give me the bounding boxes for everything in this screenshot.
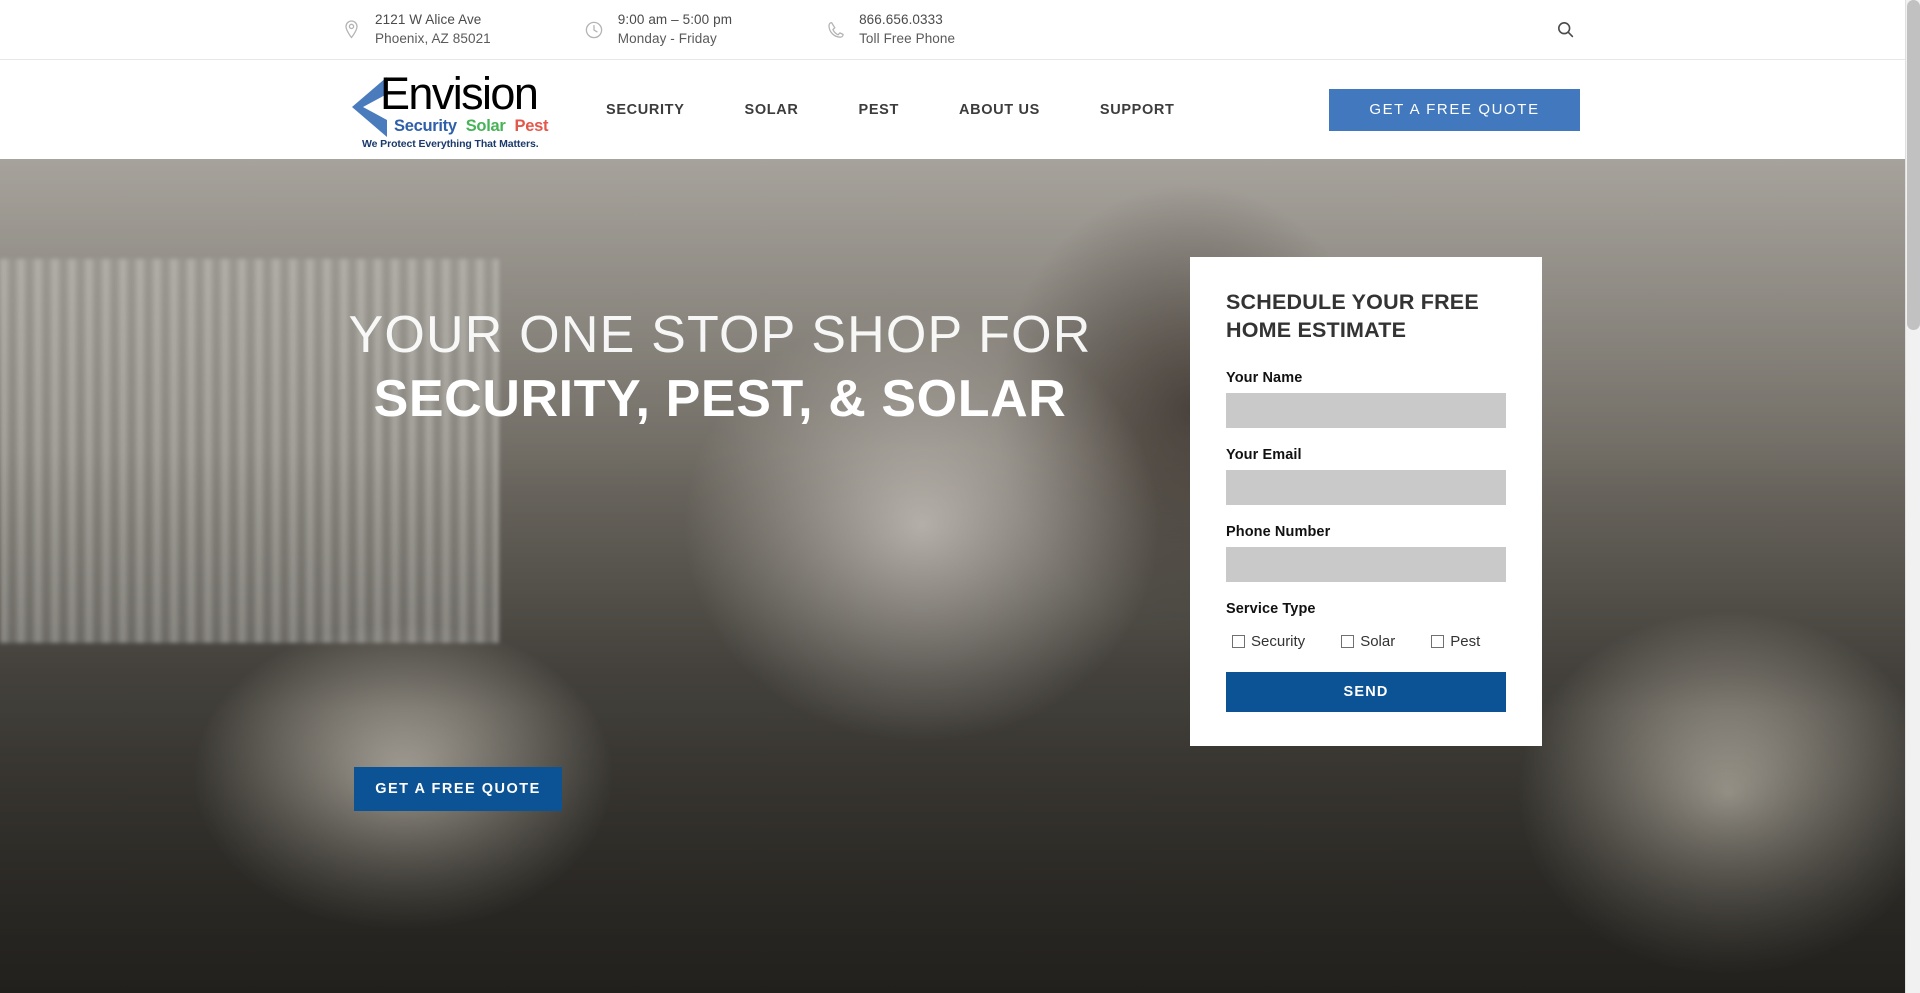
- nav-item-support[interactable]: SUPPORT: [1100, 102, 1175, 118]
- top-utility-bar: 2121 W Alice Ave Phoenix, AZ 85021 9:00 …: [0, 0, 1920, 60]
- security-checkbox-label: Security: [1251, 633, 1306, 651]
- search-icon[interactable]: [1550, 15, 1580, 45]
- address-info: 2121 W Alice Ave Phoenix, AZ 85021: [340, 11, 491, 48]
- phone-info: 866.656.0333 Toll Free Phone: [824, 11, 955, 48]
- logo-solar-word: Solar: [465, 116, 506, 135]
- hours-line2: Monday - Friday: [617, 30, 717, 46]
- scrollbar-thumb[interactable]: [1907, 0, 1920, 330]
- logo-pest-word: Pest: [514, 116, 549, 135]
- hours-info: 9:00 am – 5:00 pm Monday - Friday: [583, 11, 732, 48]
- site-header-inner: Envision Security Solar Pest We Protect Ev…: [340, 60, 1580, 159]
- hero-copy: YOUR ONE STOP SHOP FOR SECURITY, PEST, &…: [340, 307, 1100, 431]
- site-header: Envision Security Solar Pest We Protect Ev…: [0, 60, 1920, 159]
- solar-checkbox[interactable]: [1341, 635, 1355, 649]
- hours-info-text: 9:00 am – 5:00 pm Monday - Friday: [618, 11, 732, 48]
- phone-number-input[interactable]: [1226, 547, 1506, 583]
- send-button[interactable]: SEND: [1226, 672, 1506, 713]
- nav-item-security[interactable]: SECURITY: [606, 102, 685, 118]
- phone-line1: 866.656.0333: [859, 11, 943, 27]
- logo-tagline: We Protect Everything That Matters.: [362, 137, 539, 150]
- pest-checkbox[interactable]: [1431, 635, 1445, 649]
- your-email-label: Your Email: [1226, 447, 1302, 464]
- hero-section: YOUR ONE STOP SHOP FOR SECURITY, PEST, &…: [0, 159, 1920, 993]
- logo-security-word: Security: [394, 116, 457, 135]
- header-get-a-free-quote-button[interactable]: GET A FREE QUOTE: [1329, 88, 1580, 131]
- solar-checkbox-label: Solar: [1360, 633, 1396, 651]
- address-line1: 2121 W Alice Ave: [375, 11, 482, 27]
- top-utility-bar-inner: 2121 W Alice Ave Phoenix, AZ 85021 9:00 …: [340, 0, 1580, 59]
- location-pin-icon: [340, 19, 362, 41]
- service-option-security[interactable]: Security: [1232, 633, 1305, 650]
- hero-inner: YOUR ONE STOP SHOP FOR SECURITY, PEST, &…: [340, 159, 1580, 993]
- main-navigation: SECURITY SOLAR PEST ABOUT US SUPPORT: [606, 102, 1175, 118]
- phone-number-label: Phone Number: [1226, 524, 1331, 541]
- security-checkbox[interactable]: [1232, 635, 1245, 649]
- nav-item-pest[interactable]: PEST: [859, 102, 899, 118]
- address-info-text: 2121 W Alice Ave Phoenix, AZ 85021: [375, 11, 491, 48]
- hero-headline-light: YOUR ONE STOP SHOP FOR: [348, 306, 1092, 364]
- hours-line1: 9:00 am – 5:00 pm: [617, 11, 733, 27]
- logo-subwords: Security Solar Pest: [394, 117, 548, 136]
- hero-headline-bold: SECURITY, PEST, & SOLAR: [373, 370, 1067, 429]
- estimate-form-card: SCHEDULE YOUR FREE HOME ESTIMATE Your Na…: [1190, 257, 1542, 747]
- phone-icon: [824, 19, 846, 41]
- your-email-input[interactable]: [1226, 470, 1506, 506]
- your-name-input[interactable]: [1226, 393, 1506, 429]
- service-type-options: Security Solar Pest: [1226, 633, 1506, 650]
- nav-item-solar[interactable]: SOLAR: [745, 102, 799, 118]
- estimate-form-title: SCHEDULE YOUR FREE HOME ESTIMATE: [1226, 290, 1479, 342]
- page-scrollbar[interactable]: [1905, 0, 1920, 993]
- logo-wordmark: Envision: [380, 67, 539, 119]
- service-type-label: Service Type: [1226, 601, 1316, 618]
- phone-line2: Toll Free Phone: [859, 30, 956, 46]
- phone-info-text: 866.656.0333 Toll Free Phone: [859, 11, 955, 48]
- hero-get-a-free-quote-button[interactable]: GET A FREE QUOTE: [354, 767, 562, 811]
- clock-icon: [583, 19, 605, 41]
- your-name-label: Your Name: [1226, 370, 1303, 387]
- site-logo[interactable]: Envision Security Solar Pest We Protect Ev…: [340, 67, 548, 153]
- service-option-pest[interactable]: Pest: [1431, 633, 1480, 650]
- nav-item-about-us[interactable]: ABOUT US: [959, 102, 1040, 118]
- address-line2: Phoenix, AZ 85021: [375, 30, 491, 46]
- pest-checkbox-label: Pest: [1450, 633, 1481, 651]
- service-option-solar[interactable]: Solar: [1341, 633, 1395, 650]
